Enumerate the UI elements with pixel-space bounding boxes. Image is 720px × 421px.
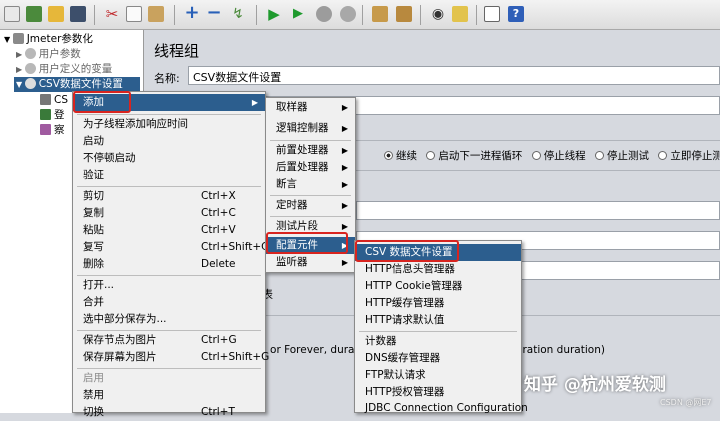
copy-icon[interactable] xyxy=(126,6,142,22)
config-element-submenu: CSV 数据文件设置 HTTP信息头管理器 HTTP Cookie管理器 HTT… xyxy=(354,240,528,414)
config-item-counter[interactable]: 计数器 xyxy=(355,333,521,350)
watermark-main: 知乎 @杭州爱软测 xyxy=(524,375,666,395)
search-icon[interactable]: ◉ xyxy=(430,6,446,22)
tree-root[interactable]: ▼ Jmeter参数化 xyxy=(4,32,93,47)
menu-item-duplicate[interactable]: 复写 Ctrl+Shift+C xyxy=(73,239,268,256)
chevron-right-icon: ▶ xyxy=(341,258,348,267)
collapse-icon[interactable]: − xyxy=(206,4,222,22)
config-item-cookie-manager[interactable]: HTTP Cookie管理器 xyxy=(355,278,521,295)
menu-item-copy[interactable]: 复制 Ctrl+C xyxy=(73,205,265,222)
templates-icon[interactable] xyxy=(26,6,42,22)
menu-item-validate[interactable]: 验证 xyxy=(73,167,265,184)
radio-stop-test[interactable] xyxy=(595,151,605,160)
pencil-icon xyxy=(40,109,51,120)
new-icon[interactable] xyxy=(4,6,20,22)
help-icon[interactable]: ? xyxy=(508,6,524,22)
config-item-auth-manager[interactable]: HTTP授权管理器 xyxy=(355,384,521,401)
chevron-right-icon: ▶ xyxy=(251,98,258,107)
shutdown-icon[interactable] xyxy=(340,6,356,22)
wrench-icon xyxy=(40,94,51,105)
tree-item-cs[interactable]: CS xyxy=(40,93,68,108)
submenu-item-post-processor[interactable]: 后置处理器 ▶ xyxy=(266,159,355,176)
highlight-config-element xyxy=(266,232,348,254)
chevron-right-icon: ▶ xyxy=(341,103,348,112)
tree-item-login[interactable]: 登 xyxy=(40,108,65,123)
menu-item-paste[interactable]: 粘贴 Ctrl+V xyxy=(73,222,265,239)
menu-item-merge[interactable]: 合并 xyxy=(73,294,265,311)
gear-icon xyxy=(24,63,36,74)
function-helper-icon[interactable] xyxy=(484,6,500,22)
submenu-item-pre-processor[interactable]: 前置处理器 ▶ xyxy=(266,142,355,159)
tree-item-csv-selected[interactable]: ▼ CSV数据文件设置 xyxy=(14,77,140,92)
tree-item-user-params[interactable]: ▶ 用户参数 xyxy=(16,47,81,62)
context-menu: 添加 ▶ 为子线程添加响应时间 启动 不停顿启动 验证 剪切 Ctrl+X 复制 Ct… xyxy=(72,91,269,418)
menu-item-disable[interactable]: 禁用 xyxy=(73,387,265,404)
chevron-right-icon: ▶ xyxy=(341,124,348,133)
watermark-small: CSDN @网E7 xyxy=(660,398,712,407)
submenu-item-logic-controller[interactable]: 逻辑控制器 ▶ xyxy=(266,120,355,137)
gear-icon xyxy=(24,48,36,59)
reset-search-icon[interactable] xyxy=(452,6,468,22)
chart-icon xyxy=(40,124,51,135)
menu-item-open[interactable]: 打开... xyxy=(73,277,265,294)
menu-item-save-node-image[interactable]: 保存节点为图片 Ctrl+G xyxy=(73,332,265,349)
submenu-item-timer[interactable]: 定时器 ▶ xyxy=(266,197,355,214)
duration-text: 1 or Forever, duratio xyxy=(260,344,368,356)
chevron-right-icon: ▶ xyxy=(341,146,348,155)
menu-item-save-screen-image[interactable]: 保存屏幕为图片 Ctrl+Shift+G xyxy=(73,349,269,366)
radio-next-loop[interactable] xyxy=(426,151,436,160)
stop-icon[interactable] xyxy=(316,6,332,22)
menu-item-enable: 启用 xyxy=(83,372,104,384)
config-item-dns-cache[interactable]: DNS缓存管理器 xyxy=(355,350,521,367)
cut-icon[interactable]: ✂ xyxy=(104,6,120,22)
highlight-add xyxy=(73,91,131,113)
save-icon[interactable] xyxy=(70,6,86,22)
clear-icon[interactable] xyxy=(372,6,388,22)
start-icon[interactable]: ▶ xyxy=(266,6,282,22)
chevron-right-icon: ▶ xyxy=(341,201,348,210)
tree-item-user-vars[interactable]: ▶ 用户定义的变量 xyxy=(16,62,112,77)
config-item-jdbc[interactable]: JDBC Connection Configuration xyxy=(355,400,528,417)
tree-item-view[interactable]: 察 xyxy=(40,123,65,138)
thread-count-field[interactable] xyxy=(356,201,720,220)
chevron-right-icon: ▶ xyxy=(341,180,348,189)
menu-item-start-no-pause[interactable]: 不停顿启动 xyxy=(73,150,265,167)
submenu-item-assertion[interactable]: 断言 ▶ xyxy=(266,176,355,193)
menu-item-cut[interactable]: 剪切 Ctrl+X xyxy=(73,188,265,205)
toolbar: ✂ + − ↯ ▶ ▶ ◉ ? xyxy=(0,0,720,30)
name-label: 名称: xyxy=(154,72,180,85)
submenu-item-listener[interactable]: 监听器 ▶ xyxy=(266,254,355,271)
start-no-pause-icon[interactable]: ▶ xyxy=(290,6,306,22)
menu-item-add-think-times[interactable]: 为子线程添加响应时间 xyxy=(73,116,265,133)
page-title: 线程组 xyxy=(154,42,200,60)
paste-icon[interactable] xyxy=(148,6,164,22)
highlight-csv xyxy=(355,240,459,262)
radio-stop-now[interactable] xyxy=(658,151,668,160)
config-item-request-defaults[interactable]: HTTP请求默认值 xyxy=(355,312,521,329)
on-error-radio-group: 继续 启动下一进程循环 停止线程 停止测试 立即停止测试 xyxy=(378,148,720,163)
duration-text-end: eration duration) xyxy=(516,344,605,356)
menu-item-save-selection[interactable]: 选中部分保存为... xyxy=(73,311,265,328)
open-icon[interactable] xyxy=(48,6,64,22)
test-plan-icon xyxy=(12,33,24,44)
expand-icon[interactable]: + xyxy=(184,4,200,22)
config-item-ftp-defaults[interactable]: FTP默认请求 xyxy=(355,367,521,384)
name-field[interactable]: CSV数据文件设置 xyxy=(188,66,720,85)
radio-stop-thread[interactable] xyxy=(531,151,541,160)
toggle-icon[interactable]: ↯ xyxy=(230,6,246,22)
gear-icon xyxy=(24,78,36,89)
submenu-item-sampler[interactable]: 取样器 ▶ xyxy=(266,99,355,116)
menu-item-start[interactable]: 启动 xyxy=(73,133,265,150)
radio-continue[interactable] xyxy=(384,151,393,160)
clear-all-icon[interactable] xyxy=(396,6,412,22)
config-item-cache-manager[interactable]: HTTP缓存管理器 xyxy=(355,295,521,312)
menu-item-delete[interactable]: 删除 Delete xyxy=(73,256,265,273)
config-item-header-manager[interactable]: HTTP信息头管理器 xyxy=(355,261,521,278)
chevron-right-icon: ▶ xyxy=(341,163,348,172)
